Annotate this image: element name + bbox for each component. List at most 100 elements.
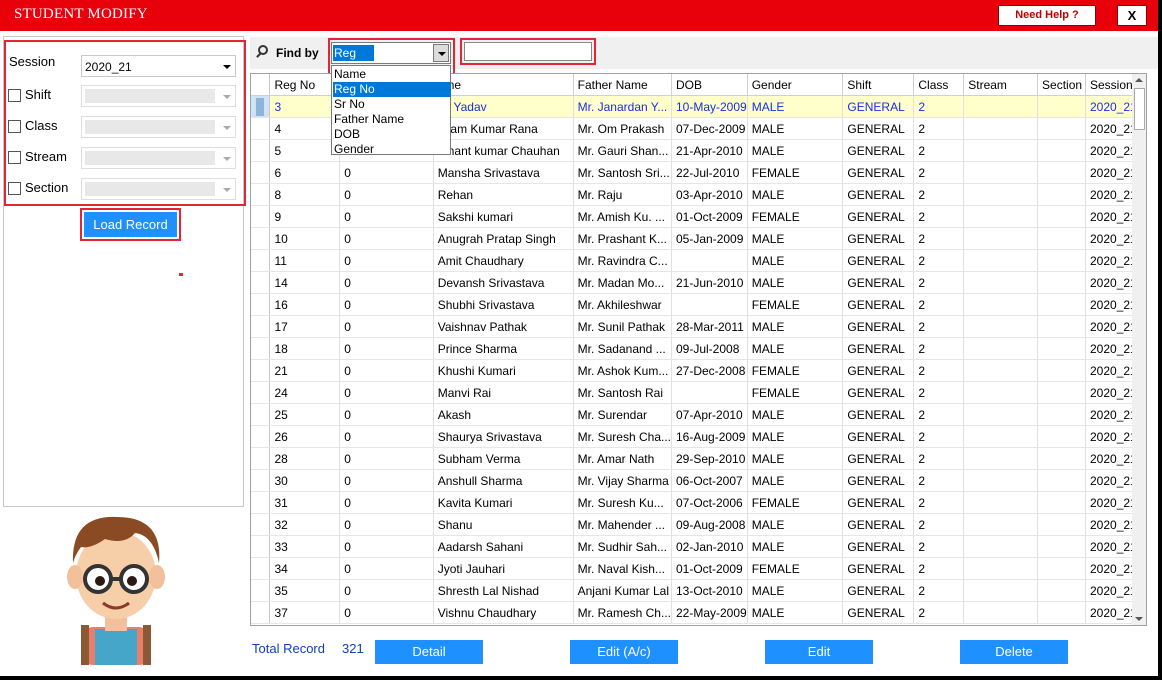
table-cell[interactable]: GENERAL [842,359,915,382]
option-reg-no[interactable]: Reg No [333,82,451,97]
table-cell[interactable]: 2 [913,579,965,602]
table-cell[interactable]: 9 [269,205,341,228]
table-cell[interactable]: 2 [913,117,965,140]
table-row[interactable]: 24 0 Manvi Rai Mr. Santosh Rai FEMALE GENERAL… [251,381,1146,404]
table-cell[interactable] [963,249,1039,272]
table-cell[interactable]: GENERAL [842,139,915,162]
shift-checkbox[interactable] [8,89,21,102]
row-selector[interactable] [251,579,271,602]
class-select[interactable] [81,116,236,138]
table-cell[interactable]: 18 [269,337,341,360]
table-row[interactable]: 18 0 Prince Sharma Mr. Sadanand ... 09-Jul-2… [251,337,1146,360]
table-cell[interactable]: 09-Aug-2008 [671,513,748,536]
column-header[interactable]: DOB [671,74,748,96]
detail-button[interactable]: Detail [375,640,483,664]
table-cell[interactable] [963,271,1039,294]
table-cell[interactable] [1037,579,1086,602]
row-selector[interactable] [251,271,271,294]
table-cell[interactable] [963,205,1039,228]
table-cell[interactable]: GENERAL [842,271,915,294]
row-selector[interactable] [251,359,271,382]
table-cell[interactable]: 4 [269,117,341,140]
table-cell[interactable]: Mr. Mahender ... [573,513,673,536]
table-row[interactable]: 28 0 Subham Verma Mr. Amar Nath 29-Sep-2010 M… [251,447,1146,470]
table-cell[interactable]: 10-May-2009 [671,95,748,118]
table-cell[interactable]: Rehan [433,183,574,206]
table-cell[interactable] [1037,205,1086,228]
table-cell[interactable]: Shubhi Srivastava [433,293,574,316]
table-cell[interactable]: 01-Oct-2009 [671,557,748,580]
table-row[interactable]: 11 0 Amit Chaudhary Mr. Ravindra C... MALE GE… [251,249,1146,272]
table-cell[interactable]: 2 [913,513,965,536]
table-cell[interactable]: 13-Oct-2010 [671,579,748,602]
table-row[interactable]: 21 0 Khushi Kumari Mr. Ashok Kum... 27-Dec-2… [251,359,1146,382]
row-selector[interactable] [251,161,271,184]
class-checkbox[interactable] [8,120,21,133]
scroll-up-icon[interactable] [1135,78,1143,82]
table-cell[interactable] [1037,139,1086,162]
table-cell[interactable]: Mr. Gauri Shan... [573,139,673,162]
table-cell[interactable]: Mr. Surendar [573,403,673,426]
table-cell[interactable]: 02-Jan-2010 [671,535,748,558]
table-cell[interactable]: 29-Sep-2010 [671,447,748,470]
table-cell[interactable] [963,601,1039,624]
row-selector[interactable] [251,205,271,228]
table-cell[interactable] [963,535,1039,558]
table-cell[interactable] [1037,425,1086,448]
table-row[interactable]: 10 0 Anugrah Pratap Singh Mr. Prashant K...… [251,227,1146,250]
table-cell[interactable]: 0 [339,469,434,492]
table-cell[interactable]: GENERAL [842,249,915,272]
table-cell[interactable]: Mr. Raju [573,183,673,206]
scroll-thumb[interactable] [1134,88,1145,130]
table-cell[interactable]: Manvi Rai [433,381,574,404]
table-cell[interactable]: 09-Jul-2008 [671,337,748,360]
table-cell[interactable]: FEMALE [747,557,844,580]
table-cell[interactable]: 21 [269,359,341,382]
row-selector[interactable] [251,535,271,558]
table-cell[interactable] [1037,491,1086,514]
table-cell[interactable]: 0 [339,315,434,338]
table-cell[interactable] [671,293,748,316]
row-selector[interactable] [251,315,271,338]
table-cell[interactable] [963,337,1039,360]
table-cell[interactable]: Mr. Sunil Pathak [573,315,673,338]
row-selector[interactable] [251,513,271,536]
table-row[interactable]: 26 0 Shaurya Srivastava Mr. Suresh Cha... 16… [251,425,1146,448]
table-cell[interactable]: 0 [339,227,434,250]
table-cell[interactable]: 2 [913,227,965,250]
table-cell[interactable]: MALE [747,139,844,162]
table-cell[interactable]: 0 [339,293,434,316]
table-cell[interactable]: Mr. Om Prakash [573,117,673,140]
row-selector[interactable] [251,601,271,624]
table-cell[interactable]: Anjani Kumar Lal [573,579,673,602]
table-cell[interactable]: emant kumar Chauhan [433,139,574,162]
table-cell[interactable] [963,95,1039,118]
table-cell[interactable] [1037,249,1086,272]
table-cell[interactable]: 0 [339,249,434,272]
table-cell[interactable]: 32 [269,513,341,536]
table-cell[interactable] [1037,535,1086,558]
table-cell[interactable]: Anshull Sharma [433,469,574,492]
delete-button[interactable]: Delete [960,640,1068,664]
table-cell[interactable]: 2 [913,95,965,118]
section-checkbox[interactable] [8,182,21,195]
row-selector[interactable] [251,491,271,514]
table-cell[interactable]: 11 [269,249,341,272]
table-cell[interactable] [1037,95,1086,118]
table-cell[interactable]: Jyoti Jauhari [433,557,574,580]
table-cell[interactable]: 37 [269,601,341,624]
table-cell[interactable]: MALE [747,95,844,118]
table-cell[interactable]: GENERAL [842,513,915,536]
table-cell[interactable]: sh Yadav [433,95,574,118]
table-cell[interactable]: 2 [913,315,965,338]
table-cell[interactable]: GENERAL [842,183,915,206]
table-cell[interactable] [963,403,1039,426]
table-cell[interactable]: Mr. Ravindra C... [573,249,673,272]
column-header[interactable]: Reg No [269,74,341,96]
table-cell[interactable]: 28 [269,447,341,470]
table-cell[interactable] [1037,557,1086,580]
table-row[interactable]: 8 0 Rehan Mr. Raju 03-Apr-2010 MALE GENERAL 2 20… [251,183,1146,206]
table-cell[interactable]: MALE [747,579,844,602]
table-cell[interactable]: 5 [269,139,341,162]
table-cell[interactable]: Mr. Akhileshwar [573,293,673,316]
